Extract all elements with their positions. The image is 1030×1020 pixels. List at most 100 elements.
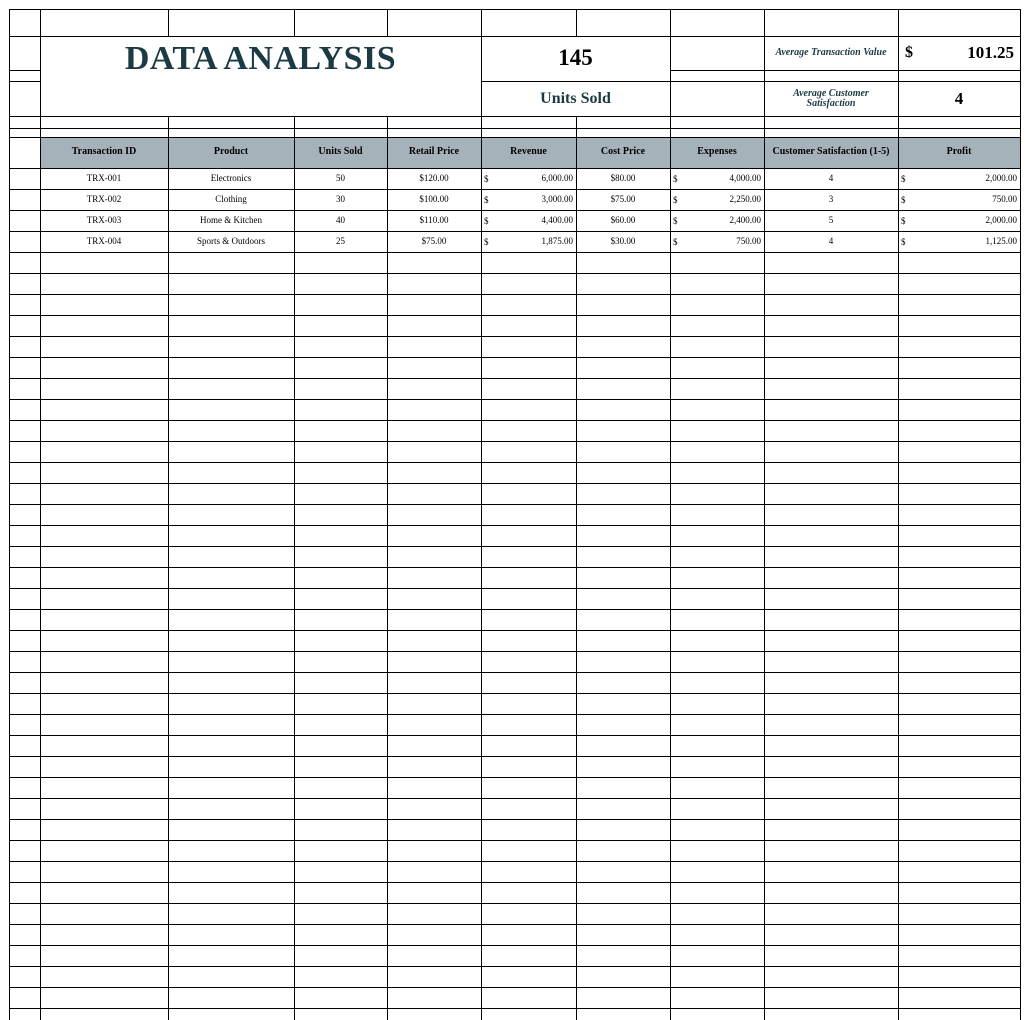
grid-hline bbox=[9, 1008, 1021, 1009]
grid-vline bbox=[1020, 9, 1021, 137]
table-cell[interactable]: 750.00 bbox=[898, 189, 1020, 210]
grid-hline bbox=[9, 966, 1021, 967]
grid-hline bbox=[9, 273, 1021, 274]
grid-vline bbox=[764, 137, 765, 1020]
table-cell[interactable]: 2,000.00 bbox=[898, 168, 1020, 189]
grid-hline bbox=[9, 294, 1021, 295]
grid-hline bbox=[9, 735, 1021, 736]
table-cell[interactable]: 3 bbox=[764, 189, 898, 210]
grid-vline bbox=[670, 137, 671, 1020]
column-header[interactable]: Expenses bbox=[670, 137, 764, 168]
column-header[interactable]: Product bbox=[168, 137, 294, 168]
grid-hline bbox=[9, 252, 1021, 253]
table-cell[interactable]: 2,000.00 bbox=[898, 210, 1020, 231]
table-cell[interactable]: 1,875.00 bbox=[481, 231, 576, 252]
table-cell[interactable]: 4 bbox=[764, 168, 898, 189]
table-cell[interactable]: $110.00 bbox=[387, 210, 481, 231]
table-cell[interactable]: Clothing bbox=[168, 189, 294, 210]
units-sold-label: Units Sold bbox=[540, 89, 611, 107]
grid-hline bbox=[9, 357, 1021, 358]
table-cell[interactable]: $75.00 bbox=[387, 231, 481, 252]
table-cell[interactable]: 1,125.00 bbox=[898, 231, 1020, 252]
grid-vline bbox=[576, 116, 577, 137]
grid-hline bbox=[9, 630, 1021, 631]
spreadsheet-grid: DATA ANALYSIS 145 Units Sold Average Tra… bbox=[0, 0, 1030, 1020]
grid-hline bbox=[9, 777, 1021, 778]
table-cell[interactable]: Sports & Outdoors bbox=[168, 231, 294, 252]
grid-hline bbox=[9, 441, 1021, 442]
table-cell[interactable]: $60.00 bbox=[576, 210, 670, 231]
grid-vline bbox=[387, 116, 388, 137]
grid-hline bbox=[9, 693, 1021, 694]
grid-hline bbox=[9, 945, 1021, 946]
grid-hline bbox=[9, 903, 1021, 904]
table-cell[interactable]: 750.00 bbox=[670, 231, 764, 252]
grid-vline bbox=[168, 9, 169, 36]
table-cell[interactable]: 40 bbox=[294, 210, 387, 231]
grid-hline bbox=[9, 924, 1021, 925]
table-cell[interactable]: $80.00 bbox=[576, 168, 670, 189]
table-cell[interactable]: 2,250.00 bbox=[670, 189, 764, 210]
grid-hline bbox=[9, 378, 1021, 379]
avg-satisfaction-label: Average Customer Satisfaction bbox=[793, 87, 869, 109]
grid-hline bbox=[9, 546, 1021, 547]
grid-vline bbox=[898, 9, 899, 137]
grid-hline bbox=[9, 840, 1021, 841]
avg-transaction-currency: $ bbox=[905, 44, 913, 61]
table-cell[interactable]: Home & Kitchen bbox=[168, 210, 294, 231]
column-header[interactable]: Units Sold bbox=[294, 137, 387, 168]
grid-hline bbox=[764, 70, 1021, 71]
grid-hline bbox=[9, 420, 1021, 421]
grid-hline bbox=[9, 128, 1021, 129]
grid-hline bbox=[9, 336, 1021, 337]
grid-vline bbox=[1020, 137, 1021, 1020]
table-cell[interactable]: 5 bbox=[764, 210, 898, 231]
column-header[interactable]: Retail Price bbox=[387, 137, 481, 168]
column-header[interactable]: Profit bbox=[898, 137, 1020, 168]
grid-hline bbox=[9, 9, 1021, 10]
grid-vline bbox=[387, 137, 388, 1020]
grid-hline bbox=[9, 462, 1021, 463]
grid-hline bbox=[9, 882, 1021, 883]
grid-vline bbox=[481, 137, 482, 1020]
table-cell[interactable]: 4 bbox=[764, 231, 898, 252]
table-cell[interactable]: $75.00 bbox=[576, 189, 670, 210]
grid-hline bbox=[9, 987, 1021, 988]
table-cell[interactable]: 6,000.00 bbox=[481, 168, 576, 189]
grid-hline bbox=[9, 483, 1021, 484]
column-header[interactable]: Cost Price bbox=[576, 137, 670, 168]
grid-vline bbox=[9, 9, 10, 137]
table-cell[interactable]: Electronics bbox=[168, 168, 294, 189]
grid-hline bbox=[9, 525, 1021, 526]
table-cell[interactable]: 2,400.00 bbox=[670, 210, 764, 231]
avg-transaction-value: 101.25 bbox=[967, 43, 1014, 63]
table-cell[interactable]: TRX-004 bbox=[40, 231, 168, 252]
table-cell[interactable]: TRX-001 bbox=[40, 168, 168, 189]
table-cell[interactable]: 3,000.00 bbox=[481, 189, 576, 210]
grid-vline bbox=[294, 116, 295, 137]
table-cell[interactable]: 30 bbox=[294, 189, 387, 210]
grid-hline bbox=[670, 81, 765, 82]
column-header[interactable]: Customer Satisfaction (1-5) bbox=[764, 137, 898, 168]
table-cell[interactable]: TRX-002 bbox=[40, 189, 168, 210]
table-cell[interactable]: 4,000.00 bbox=[670, 168, 764, 189]
grid-hline bbox=[9, 609, 1021, 610]
column-header[interactable]: Revenue bbox=[481, 137, 576, 168]
grid-hline bbox=[670, 70, 765, 71]
table-cell[interactable]: 4,400.00 bbox=[481, 210, 576, 231]
column-header[interactable]: Transaction ID bbox=[40, 137, 168, 168]
grid-hline bbox=[9, 504, 1021, 505]
grid-hline bbox=[9, 588, 1021, 589]
table-cell[interactable]: TRX-003 bbox=[40, 210, 168, 231]
table-cell[interactable]: 50 bbox=[294, 168, 387, 189]
grid-vline bbox=[670, 9, 671, 137]
table-cell[interactable]: $120.00 bbox=[387, 168, 481, 189]
grid-hline bbox=[9, 819, 1021, 820]
grid-vline bbox=[764, 9, 765, 137]
table-cell[interactable]: 25 bbox=[294, 231, 387, 252]
grid-hline bbox=[9, 714, 1021, 715]
table-cell[interactable]: $100.00 bbox=[387, 189, 481, 210]
avg-transaction-label: Average Transaction Value bbox=[775, 46, 887, 58]
table-cell[interactable]: $30.00 bbox=[576, 231, 670, 252]
grid-vline bbox=[387, 9, 388, 36]
